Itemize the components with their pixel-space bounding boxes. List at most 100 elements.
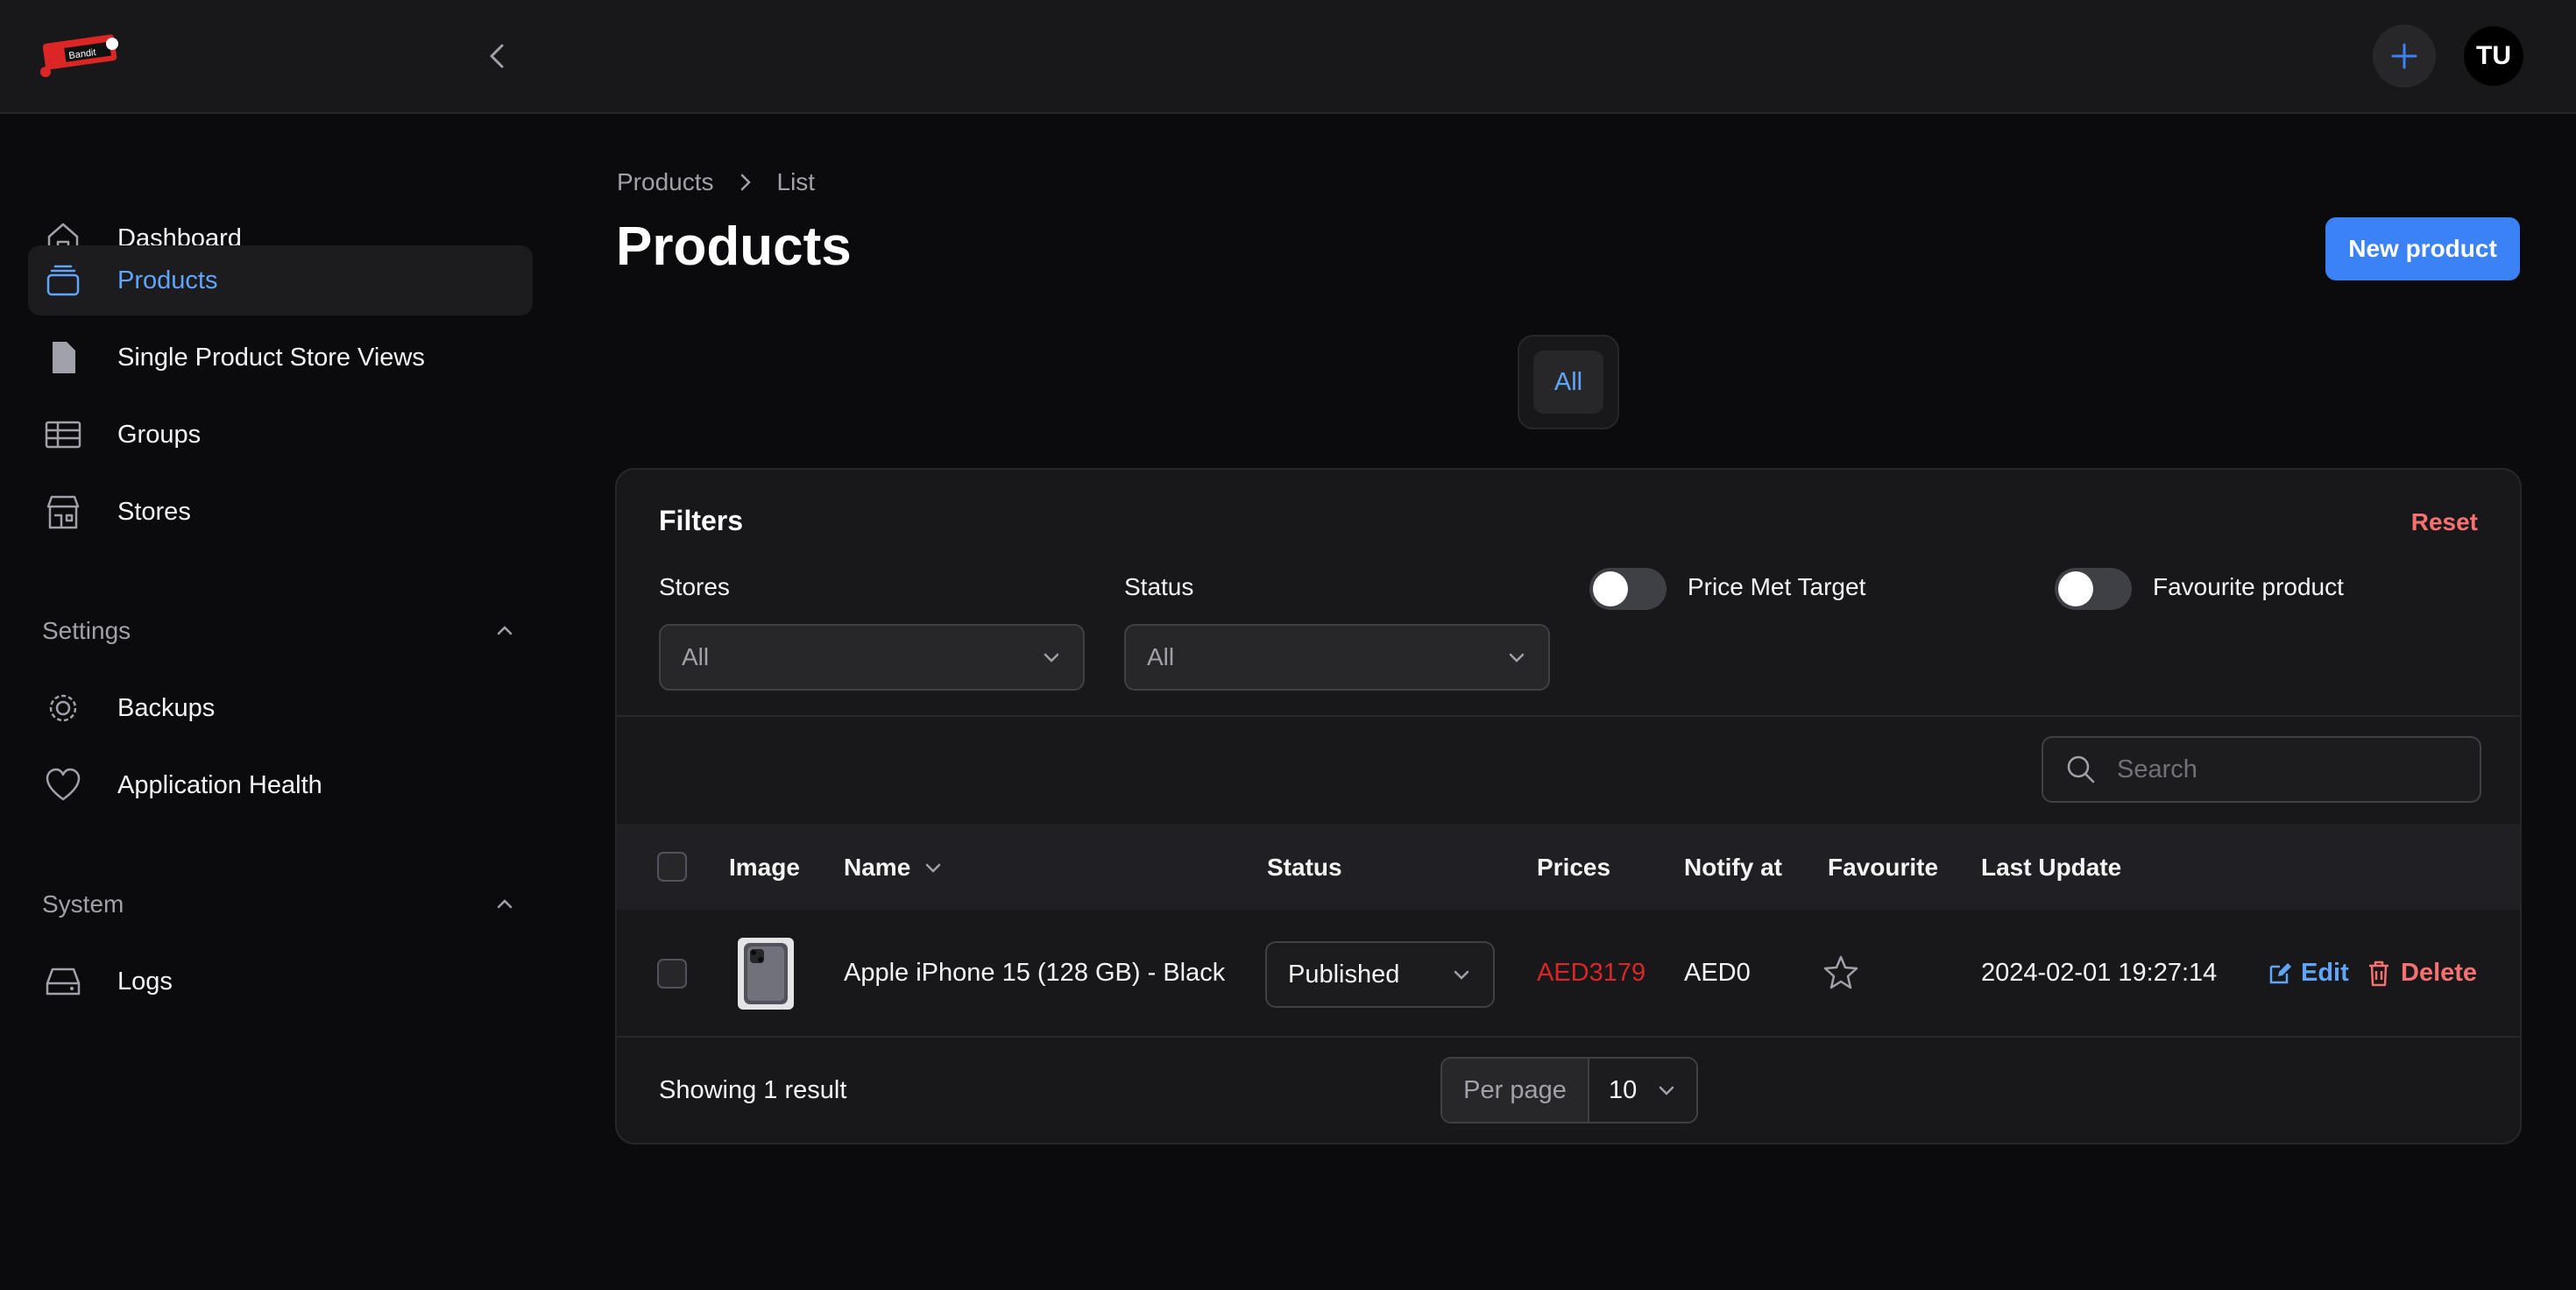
table-header: Image Name Status Prices Notify at Favou… xyxy=(617,824,2520,910)
column-header-name[interactable]: Name xyxy=(844,854,944,882)
stack-icon xyxy=(42,259,84,301)
trash-icon xyxy=(2369,960,2388,986)
products-table-card: Filters Reset Stores All Status All Pric… xyxy=(615,468,2522,1145)
edit-button[interactable]: Edit xyxy=(2268,959,2349,988)
product-status-value: Published xyxy=(1288,960,1400,989)
heart-icon xyxy=(42,764,84,806)
sidebar: Dashboard Products Single Product Store … xyxy=(0,116,561,1290)
system-group-label: System xyxy=(42,890,124,918)
price-met-target-label: Price Met Target xyxy=(1688,573,1866,600)
settings-group-header[interactable]: Settings xyxy=(42,610,515,652)
user-avatar[interactable]: TU xyxy=(2464,26,2523,86)
product-last-update: 2024-02-01 19:27:14 xyxy=(1981,959,2218,987)
status-filter-select[interactable]: All xyxy=(1124,624,1550,691)
reset-filters-button[interactable]: Reset xyxy=(2411,508,2478,536)
favourite-product-toggle[interactable] xyxy=(2055,568,2132,610)
document-icon xyxy=(42,337,84,379)
sidebar-item-label: Stores xyxy=(117,497,191,526)
favourite-product-label: Favourite product xyxy=(2153,573,2344,600)
breadcrumb: Products List xyxy=(617,168,815,196)
select-all-checkbox[interactable] xyxy=(657,852,687,882)
sidebar-item-application-health[interactable]: Application Health xyxy=(28,750,533,820)
page-title: Products xyxy=(616,216,852,277)
sidebar-item-label: Groups xyxy=(117,420,202,449)
sidebar-item-label: Products xyxy=(117,266,218,294)
sidebar-item-label: Backups xyxy=(117,693,216,722)
sidebar-item-stores[interactable]: Stores xyxy=(28,477,533,547)
row-checkbox[interactable] xyxy=(657,959,687,989)
system-group-header[interactable]: System xyxy=(42,883,515,925)
chevron-down-icon xyxy=(1509,653,1525,663)
status-filter-label: Status xyxy=(1124,573,1194,600)
sidebar-item-backups[interactable]: Backups xyxy=(28,673,533,743)
table-footer: Showing 1 result Per page 10 xyxy=(617,1036,2520,1143)
toggle-knob xyxy=(2058,571,2093,606)
results-count: Showing 1 result xyxy=(659,1076,847,1104)
column-header-favourite: Favourite xyxy=(1828,854,1939,881)
chevron-up-icon xyxy=(497,626,513,635)
table-icon xyxy=(42,414,84,456)
sidebar-item-label: Application Health xyxy=(117,770,322,799)
column-header-prices: Prices xyxy=(1537,854,1611,881)
chevron-down-icon xyxy=(1044,653,1059,663)
filters-title: Filters xyxy=(659,505,744,536)
price-met-target-toggle[interactable] xyxy=(1589,568,1667,610)
tab-all[interactable]: All xyxy=(1533,351,1603,414)
chevron-up-icon xyxy=(497,899,513,909)
new-product-button[interactable]: New product xyxy=(2325,217,2520,280)
per-page-select[interactable]: Per page 10 xyxy=(1440,1057,1698,1123)
chevron-right-icon xyxy=(737,172,754,193)
breadcrumb-products-link[interactable]: Products xyxy=(617,168,714,196)
gear-icon xyxy=(42,687,84,729)
create-new-button[interactable] xyxy=(2373,25,2436,88)
toggle-knob xyxy=(1593,571,1628,606)
chevron-down-icon xyxy=(926,863,941,873)
store-icon xyxy=(42,491,84,533)
sidebar-item-single-product-store-views[interactable]: Single Product Store Views xyxy=(28,322,533,393)
stores-filter-value: All xyxy=(682,643,710,670)
chevron-down-icon xyxy=(1659,1086,1674,1095)
tabs: All xyxy=(1518,335,1619,429)
product-notify-at: AED0 xyxy=(1684,959,1751,987)
per-page-label: Per page xyxy=(1442,1059,1589,1122)
per-page-value-select[interactable]: 10 xyxy=(1589,1059,1696,1122)
product-image xyxy=(738,938,794,1010)
chevron-left-icon xyxy=(490,44,504,68)
column-header-last-update: Last Update xyxy=(1981,854,2122,881)
search-icon xyxy=(2067,755,2095,783)
column-header-notify-at: Notify at xyxy=(1684,854,1782,881)
favourite-star-icon[interactable] xyxy=(1822,953,1859,997)
bandit-logo[interactable]: Bandit xyxy=(39,30,126,82)
sidebar-item-label: Single Product Store Views xyxy=(117,343,425,372)
settings-group-label: Settings xyxy=(42,617,131,644)
stores-filter-select[interactable]: All xyxy=(659,624,1085,691)
phone-icon xyxy=(744,943,788,1004)
column-header-name-label: Name xyxy=(844,854,911,881)
drive-icon xyxy=(42,960,84,1003)
status-filter-value: All xyxy=(1147,643,1175,670)
edit-icon xyxy=(2269,962,2291,983)
sidebar-item-logs[interactable]: Logs xyxy=(28,946,533,1017)
edit-label: Edit xyxy=(2301,959,2349,987)
product-price: AED3179 xyxy=(1537,959,1646,987)
delete-label: Delete xyxy=(2401,959,2478,987)
delete-button[interactable]: Delete xyxy=(2367,959,2477,988)
product-status-select[interactable]: Published xyxy=(1265,941,1495,1008)
top-bar: Bandit TU xyxy=(0,0,2576,114)
sidebar-item-groups[interactable]: Groups xyxy=(28,400,533,470)
stores-filter-label: Stores xyxy=(659,573,730,600)
column-header-status: Status xyxy=(1267,854,1342,881)
divider xyxy=(617,715,2520,717)
chevron-down-icon xyxy=(1454,970,1469,980)
collapse-sidebar-button[interactable] xyxy=(480,39,515,74)
product-name[interactable]: Apple iPhone 15 (128 GB) - Black xyxy=(844,959,1225,988)
breadcrumb-current: List xyxy=(776,168,816,195)
per-page-value: 10 xyxy=(1609,1075,1638,1104)
table-row: Apple iPhone 15 (128 GB) - Black Publish… xyxy=(617,910,2520,1036)
column-header-image: Image xyxy=(729,854,800,881)
search-input[interactable] xyxy=(2117,755,2467,784)
search-box[interactable] xyxy=(2042,736,2481,803)
sidebar-item-label: Logs xyxy=(117,967,173,996)
sidebar-item-products[interactable]: Products xyxy=(28,245,533,315)
plus-icon xyxy=(2391,43,2417,69)
